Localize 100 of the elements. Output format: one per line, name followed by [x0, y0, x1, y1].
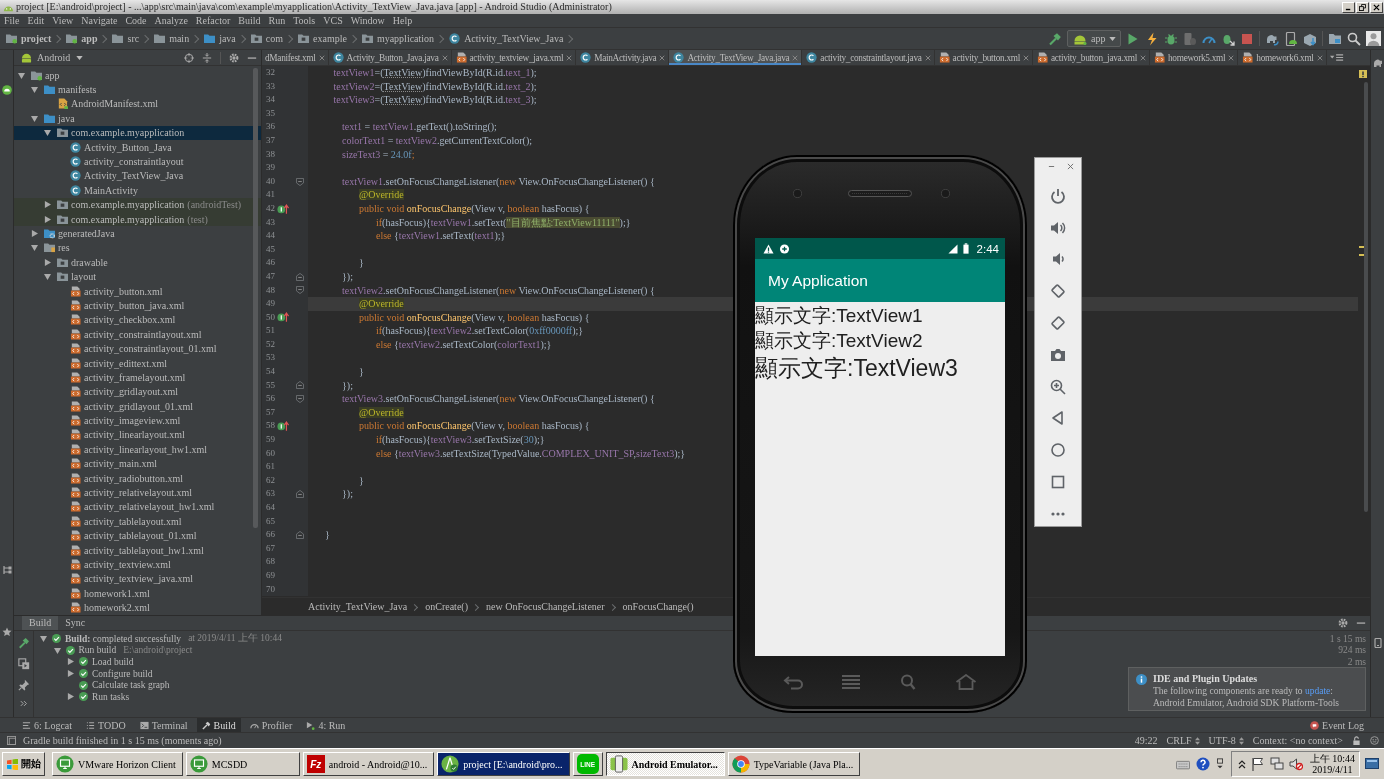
tree-item[interactable]: activity_gridlayout_01.xml — [14, 399, 261, 414]
stop-icon[interactable] — [1240, 31, 1254, 46]
menu-item[interactable]: VCS — [323, 14, 343, 27]
tree-item[interactable]: activity_checkbox.xml — [14, 312, 261, 328]
scrollbar-thumb[interactable] — [1364, 82, 1368, 512]
breadcrumb-item[interactable]: com — [249, 31, 298, 46]
restore-button[interactable] — [1356, 1, 1369, 13]
camera-icon[interactable] — [1050, 346, 1066, 363]
structure-icon[interactable] — [1, 565, 12, 575]
tree-item[interactable]: activity_button_java.xml — [14, 298, 261, 313]
back-icon[interactable] — [783, 674, 805, 690]
zoom-in-icon[interactable] — [1050, 378, 1066, 395]
scrollbar-thumb[interactable] — [253, 68, 258, 528]
home-icon[interactable] — [1050, 442, 1066, 459]
caret-position[interactable]: 49:22 — [1134, 735, 1158, 746]
tree-item[interactable]: activity_constraintlayout — [14, 154, 261, 169]
minimize-icon[interactable] — [1048, 163, 1055, 170]
tree-item[interactable]: activity_edittext.xml — [14, 355, 261, 371]
dot-arrow-marker-icon[interactable] — [277, 421, 289, 432]
menu-item[interactable]: Edit — [27, 14, 45, 27]
fold-icon[interactable] — [295, 381, 304, 390]
tree-item[interactable]: activity_gridlayout.xml — [14, 384, 261, 399]
tool-window-tab[interactable]: TODO — [81, 718, 131, 732]
tree-item[interactable]: MainActivity — [14, 183, 261, 198]
squares-icon[interactable] — [7, 736, 16, 745]
tree-item[interactable]: activity_constraintlayout.xml — [14, 327, 261, 342]
square-icon[interactable] — [1050, 473, 1066, 490]
close-icon[interactable] — [1067, 163, 1074, 170]
encoding-selector[interactable]: UTF-8 — [1208, 735, 1244, 746]
tree-item[interactable]: activity_tablelayout_hw1.xml — [14, 542, 261, 558]
breadcrumb-item[interactable]: project — [5, 31, 66, 46]
expand-arrow-icon[interactable] — [18, 71, 25, 79]
fold-icon[interactable] — [295, 286, 304, 295]
volume-down-icon[interactable] — [1050, 251, 1066, 268]
warning-square-icon[interactable] — [1359, 70, 1367, 78]
expand-arrow-icon[interactable] — [44, 201, 51, 209]
text-view[interactable]: 顯示文字:TextView3 — [755, 353, 958, 384]
close-icon[interactable] — [1023, 54, 1029, 61]
editor-tab[interactable]: activity_constraintlayout.java — [802, 50, 935, 65]
double-chevron-icon[interactable] — [19, 700, 28, 707]
editor-tab[interactable]: activity_button.xml — [934, 50, 1033, 65]
elephant-icon[interactable] — [1372, 58, 1383, 68]
lock-icon[interactable] — [1352, 736, 1361, 745]
editor-tab[interactable]: homework5.xml — [1150, 50, 1239, 65]
editor-tab[interactable]: activity_button_java.xml — [1033, 50, 1150, 65]
menu-item[interactable]: Navigate — [81, 14, 118, 27]
menu-icon[interactable] — [840, 674, 863, 690]
clock[interactable]: 上午 10:44 2019/4/11 — [1309, 753, 1355, 775]
download-box-icon[interactable] — [1303, 31, 1317, 46]
expand-arrow-icon[interactable] — [31, 230, 38, 237]
tree-item[interactable]: activity_tablelayout.xml — [14, 514, 261, 529]
context-indicator[interactable]: Context: <no context> — [1252, 735, 1343, 746]
expand-arrow-icon[interactable] — [31, 244, 38, 252]
tree-item[interactable]: activity_linearlayout_hw1.xml — [14, 442, 261, 457]
taskbar-button[interactable]: VMware Horizon Client — [52, 752, 183, 776]
fold-icon[interactable] — [295, 531, 304, 539]
expand-arrow-icon[interactable] — [53, 646, 61, 654]
tool-window-tab[interactable]: Terminal — [134, 718, 193, 732]
double-chevron-up-icon[interactable] — [1237, 758, 1246, 770]
flag-icon[interactable] — [1250, 757, 1265, 771]
start-button[interactable]: 開始 — [2, 752, 45, 776]
tree-item[interactable]: com.example.myapplication — [14, 125, 261, 140]
hammer-icon[interactable] — [17, 637, 30, 649]
window-arrow-icon[interactable] — [1215, 758, 1224, 770]
dot-arrow-marker-icon[interactable] — [277, 312, 289, 323]
breadcrumb-item[interactable]: Activity_TextView_Java — [448, 31, 578, 46]
expand-arrow-icon[interactable] — [67, 693, 74, 701]
lightning-icon[interactable] — [1145, 31, 1159, 46]
fold-icon[interactable] — [295, 272, 304, 281]
close-icon[interactable] — [1228, 54, 1235, 61]
tree-item[interactable]: layout — [14, 269, 261, 284]
tree-item[interactable]: homework2.xml — [14, 600, 261, 615]
menu-item[interactable]: Help — [392, 14, 413, 27]
close-icon[interactable] — [318, 54, 325, 61]
line-separator-selector[interactable]: CRLF — [1166, 735, 1200, 746]
expand-arrow-icon[interactable] — [31, 114, 38, 122]
fold-icon[interactable] — [295, 177, 304, 186]
editor-tab[interactable]: Activity_Button_Java.java — [328, 50, 452, 65]
breadcrumb-item[interactable]: src — [111, 31, 154, 46]
editor-tab[interactable]: homework6.xml — [1238, 50, 1327, 65]
view-dropdown[interactable]: Android — [20, 52, 84, 63]
menu-item[interactable]: Build — [238, 14, 261, 27]
expand-arrow-icon[interactable] — [44, 273, 51, 281]
folder-grid-icon[interactable] — [1328, 31, 1342, 46]
dot-arrow-marker-icon[interactable] — [277, 203, 289, 214]
phone-icon[interactable] — [1372, 638, 1383, 648]
overlapping-squares-icon[interactable] — [17, 658, 30, 670]
editor-tab[interactable]: activity_textview_java.xml — [451, 50, 577, 65]
editor-tab[interactable]: dManifest.xml — [262, 50, 329, 65]
tree-item[interactable]: activity_framelayout.xml — [14, 370, 261, 385]
tree-item[interactable]: res — [14, 240, 261, 256]
text-view[interactable]: 顯示文字:TextView2 — [755, 328, 923, 353]
breadcrumb-item[interactable]: new OnFocusChangeListener — [486, 601, 623, 612]
expand-arrow-icon[interactable] — [44, 129, 51, 137]
tool-window-tab[interactable]: 4: Run — [301, 718, 351, 732]
tree-item[interactable]: activity_textview.xml — [14, 557, 261, 572]
tree-item[interactable]: Activity_Button_Java — [14, 139, 261, 155]
breadcrumb-item[interactable]: example — [297, 31, 361, 46]
panel-tab[interactable]: Sync — [58, 616, 93, 630]
bug-icon[interactable] — [1164, 31, 1178, 46]
